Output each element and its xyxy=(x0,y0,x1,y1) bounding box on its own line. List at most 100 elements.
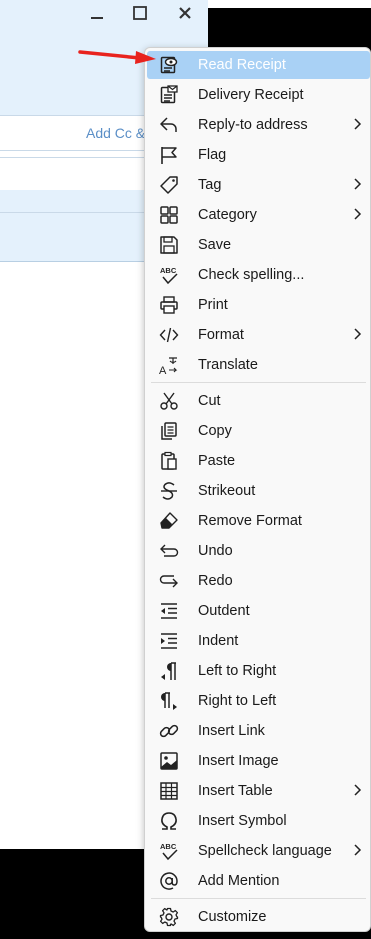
reply-icon xyxy=(159,115,179,135)
save-icon xyxy=(159,235,179,255)
menu-item-insert-link[interactable]: Insert Link xyxy=(147,717,370,745)
menu-item-label: Spellcheck language xyxy=(198,843,332,859)
rtl-icon xyxy=(159,691,179,711)
gear-icon xyxy=(159,907,179,927)
tag-icon xyxy=(159,175,179,195)
annotation-arrow-icon xyxy=(78,50,156,64)
menu-item-label: Insert Image xyxy=(198,753,279,769)
chevron-right-icon xyxy=(352,782,362,798)
menu-item-label: Redo xyxy=(198,573,233,589)
menu-item-copy[interactable]: Copy xyxy=(147,417,370,445)
menu-item-cut[interactable]: Cut xyxy=(147,387,370,415)
at-icon xyxy=(159,871,179,891)
print-icon xyxy=(159,295,179,315)
menu-item-label: Copy xyxy=(198,423,232,439)
menu-item-label: Indent xyxy=(198,633,239,649)
context-menu: Read Receipt Delivery Receipt Reply-to a… xyxy=(144,47,371,932)
menu-item-add-mention[interactable]: Add Mention xyxy=(147,867,370,895)
link-icon xyxy=(159,721,179,741)
menu-item-label: Tag xyxy=(198,177,222,193)
menu-separator xyxy=(151,382,366,383)
redo-icon xyxy=(159,571,179,591)
menu-item-label: Insert Table xyxy=(198,783,273,799)
menu-item-paste[interactable]: Paste xyxy=(147,447,370,475)
menu-item-label: Check spelling... xyxy=(198,267,305,283)
translate-icon: A xyxy=(159,355,179,375)
window-edge xyxy=(208,0,371,8)
menu-item-save[interactable]: Save xyxy=(147,231,370,259)
chevron-right-icon xyxy=(352,326,362,342)
menu-item-remove-format[interactable]: Remove Format xyxy=(147,507,370,535)
menu-item-outdent[interactable]: Outdent xyxy=(147,597,370,625)
menu-item-customize[interactable]: Customize xyxy=(147,903,370,931)
menu-item-spellcheck-language[interactable]: ABC Spellcheck language xyxy=(147,837,370,865)
menu-item-strikeout[interactable]: Strikeout xyxy=(147,477,370,505)
image-icon xyxy=(159,751,179,771)
table-icon xyxy=(159,781,179,801)
menu-item-delivery-receipt[interactable]: Delivery Receipt xyxy=(147,81,370,109)
menu-item-label: Paste xyxy=(198,453,236,469)
menu-separator xyxy=(151,898,366,899)
menu-item-label: Right to Left xyxy=(198,693,277,709)
menu-item-label: Print xyxy=(198,297,228,313)
read-receipt-icon xyxy=(159,55,179,75)
paste-icon xyxy=(159,451,179,471)
menu-item-label: Cut xyxy=(198,393,221,409)
menu-item-label: Customize xyxy=(198,909,267,925)
chevron-right-icon xyxy=(352,116,362,132)
spellcheck-language-icon: ABC xyxy=(159,841,179,861)
menu-item-insert-table[interactable]: Insert Table xyxy=(147,777,370,805)
svg-text:ABC: ABC xyxy=(160,842,177,851)
menu-item-format[interactable]: Format xyxy=(147,321,370,349)
menu-item-check-spelling[interactable]: ABC Check spelling... xyxy=(147,261,370,289)
outdent-icon xyxy=(159,601,179,621)
delivery-receipt-icon xyxy=(159,85,179,105)
menu-item-label: Format xyxy=(198,327,244,343)
menu-item-label: Translate xyxy=(198,357,258,373)
menu-item-label: Delivery Receipt xyxy=(198,87,304,103)
maximize-button[interactable] xyxy=(128,2,152,24)
svg-text:ABC: ABC xyxy=(160,266,177,275)
close-button[interactable] xyxy=(173,2,197,24)
ltr-icon xyxy=(159,661,179,681)
menu-item-label: Outdent xyxy=(198,603,250,619)
menu-item-undo[interactable]: Undo xyxy=(147,537,370,565)
menu-item-reply-to[interactable]: Reply-to address xyxy=(147,111,370,139)
chevron-right-icon xyxy=(352,206,362,222)
flag-icon xyxy=(159,145,179,165)
menu-item-redo[interactable]: Redo xyxy=(147,567,370,595)
category-icon xyxy=(159,205,179,225)
menu-item-label: Undo xyxy=(198,543,233,559)
omega-icon xyxy=(159,811,179,831)
menu-item-translate[interactable]: A Translate xyxy=(147,351,370,379)
close-icon xyxy=(179,7,191,19)
menu-item-label: Category xyxy=(198,207,257,223)
menu-item-left-to-right[interactable]: Left to Right xyxy=(147,657,370,685)
chevron-right-icon xyxy=(352,176,362,192)
menu-item-label: Remove Format xyxy=(198,513,302,529)
menu-item-insert-symbol[interactable]: Insert Symbol xyxy=(147,807,370,835)
menu-item-flag[interactable]: Flag xyxy=(147,141,370,169)
copy-icon xyxy=(159,421,179,441)
menu-item-label: Reply-to address xyxy=(198,117,308,133)
menu-item-label: Strikeout xyxy=(198,483,256,499)
menu-item-label: Insert Link xyxy=(198,723,265,739)
add-cc-link[interactable]: Add Cc & xyxy=(86,125,145,141)
menu-item-label: Save xyxy=(198,237,232,253)
menu-item-insert-image[interactable]: Insert Image xyxy=(147,747,370,775)
menu-item-label: Insert Symbol xyxy=(198,813,287,829)
undo-icon xyxy=(159,541,179,561)
menu-item-label: Flag xyxy=(198,147,227,163)
strikeout-icon xyxy=(159,481,179,501)
eraser-icon xyxy=(159,511,179,531)
menu-item-label: Left to Right xyxy=(198,663,277,679)
indent-icon xyxy=(159,631,179,651)
format-code-icon xyxy=(159,325,179,345)
menu-item-read-receipt[interactable]: Read Receipt xyxy=(147,51,370,79)
menu-item-category[interactable]: Category xyxy=(147,201,370,229)
menu-item-print[interactable]: Print xyxy=(147,291,370,319)
minimize-button[interactable] xyxy=(85,2,109,24)
menu-item-right-to-left[interactable]: Right to Left xyxy=(147,687,370,715)
menu-item-indent[interactable]: Indent xyxy=(147,627,370,655)
menu-item-tag[interactable]: Tag xyxy=(147,171,370,199)
